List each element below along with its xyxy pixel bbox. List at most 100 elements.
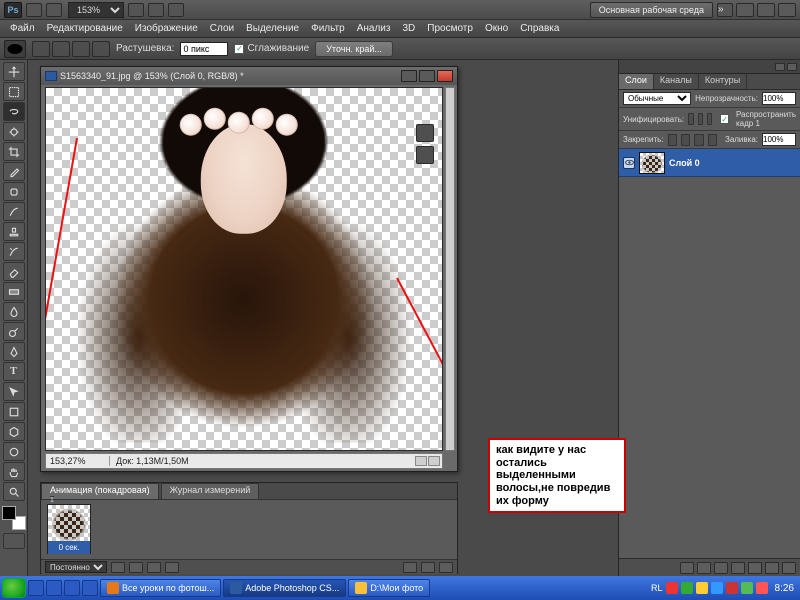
tray-icon-7[interactable] xyxy=(756,582,768,594)
taskbar-button-photoshop[interactable]: Adobe Photoshop CS... xyxy=(223,579,346,597)
gradient-tool[interactable] xyxy=(3,282,25,301)
delete-frame-icon[interactable] xyxy=(439,562,453,573)
play-icon[interactable] xyxy=(147,562,161,573)
tab-channels[interactable]: Каналы xyxy=(654,74,699,89)
unify-position-icon[interactable] xyxy=(688,113,693,125)
stamp-tool[interactable] xyxy=(3,222,25,241)
minimize-button[interactable] xyxy=(736,3,754,17)
quick-select-tool[interactable] xyxy=(3,122,25,141)
zoom-select[interactable]: 153% xyxy=(68,2,124,18)
lock-transparent-icon[interactable] xyxy=(668,134,677,146)
menu-select[interactable]: Выделение xyxy=(240,23,305,34)
first-frame-icon[interactable] xyxy=(111,562,125,573)
doc-minimize-button[interactable] xyxy=(401,70,417,82)
link-layers-icon[interactable] xyxy=(680,562,694,574)
shape-tool[interactable] xyxy=(3,402,25,421)
zoom-status[interactable]: 153,27% xyxy=(46,456,110,466)
layer-row[interactable]: Слой 0 xyxy=(619,149,800,177)
canvas[interactable] xyxy=(45,87,443,451)
quicklaunch-1[interactable] xyxy=(28,580,44,596)
brush-tool[interactable] xyxy=(3,202,25,221)
lock-all-icon[interactable] xyxy=(708,134,717,146)
tab-measurement-log[interactable]: Журнал измерений xyxy=(161,483,260,499)
hand-icon[interactable] xyxy=(128,3,144,17)
start-button[interactable] xyxy=(2,578,26,598)
hand-tool[interactable] xyxy=(3,462,25,481)
screen-mode-icon[interactable] xyxy=(168,3,184,17)
workspace-switcher[interactable]: Основная рабочая среда xyxy=(590,2,713,18)
animation-frame-1[interactable]: 1 0 сек. xyxy=(47,504,91,554)
sel-new-icon[interactable] xyxy=(32,41,50,57)
blur-tool[interactable] xyxy=(3,302,25,321)
menu-help[interactable]: Справка xyxy=(514,23,565,34)
collapsed-palette-2[interactable] xyxy=(416,146,434,164)
sel-add-icon[interactable] xyxy=(52,41,70,57)
tab-animation[interactable]: Анимация (покадровая) xyxy=(41,483,159,499)
nav-prev-icon[interactable] xyxy=(415,456,427,466)
menu-analysis[interactable]: Анализ xyxy=(351,23,397,34)
doc-close-button[interactable] xyxy=(437,70,453,82)
antialias-checkbox[interactable]: ✓ Сглаживание xyxy=(234,43,309,54)
menu-window[interactable]: Окно xyxy=(479,23,514,34)
blend-mode-select[interactable]: Обычные xyxy=(623,92,691,105)
tray-icon-4[interactable] xyxy=(711,582,723,594)
eyedropper-tool[interactable] xyxy=(3,162,25,181)
tab-layers[interactable]: Слои xyxy=(619,74,654,89)
prev-frame-icon[interactable] xyxy=(129,562,143,573)
healing-tool[interactable] xyxy=(3,182,25,201)
new-layer-icon[interactable] xyxy=(765,562,779,574)
tray-icon-1[interactable] xyxy=(666,582,678,594)
color-swatches[interactable] xyxy=(2,506,26,530)
history-brush-tool[interactable] xyxy=(3,242,25,261)
bridge-icon[interactable] xyxy=(26,3,42,17)
frame-duration[interactable]: 0 сек. xyxy=(48,541,90,554)
new-frame-icon[interactable] xyxy=(421,562,435,573)
close-button[interactable] xyxy=(778,3,796,17)
taskbar-button-folder[interactable]: D:\Мои фото xyxy=(348,579,430,597)
loop-mode-select[interactable]: Постоянно xyxy=(45,561,107,573)
clock[interactable]: 8:26 xyxy=(771,583,794,594)
doc-maximize-button[interactable] xyxy=(419,70,435,82)
sel-intersect-icon[interactable] xyxy=(92,41,110,57)
trash-icon[interactable] xyxy=(782,562,796,574)
opacity-input[interactable] xyxy=(762,92,796,105)
3d-camera-tool[interactable] xyxy=(3,442,25,461)
menu-edit[interactable]: Редактирование xyxy=(41,23,129,34)
visibility-eye-icon[interactable] xyxy=(623,157,635,169)
crop-tool[interactable] xyxy=(3,142,25,161)
path-select-tool[interactable] xyxy=(3,382,25,401)
quicklaunch-2[interactable] xyxy=(46,580,62,596)
close-panel-icon[interactable] xyxy=(787,63,797,71)
unify-visibility-icon[interactable] xyxy=(698,113,703,125)
menu-layer[interactable]: Слои xyxy=(204,23,240,34)
fx-icon[interactable] xyxy=(697,562,711,574)
lock-pixels-icon[interactable] xyxy=(681,134,690,146)
nav-next-icon[interactable] xyxy=(428,456,440,466)
lasso-tool[interactable] xyxy=(3,102,25,121)
chevrons-icon[interactable]: » xyxy=(717,3,733,17)
tray-icon-2[interactable] xyxy=(681,582,693,594)
menu-file[interactable]: Файл xyxy=(4,23,41,34)
marquee-tool[interactable] xyxy=(3,82,25,101)
view-extras-icon[interactable] xyxy=(46,3,62,17)
adjustment-icon[interactable] xyxy=(731,562,745,574)
unify-style-icon[interactable] xyxy=(707,113,712,125)
tab-paths[interactable]: Контуры xyxy=(699,74,747,89)
menu-image[interactable]: Изображение xyxy=(129,23,204,34)
tray-icon-5[interactable] xyxy=(726,582,738,594)
menu-filter[interactable]: Фильтр xyxy=(305,23,351,34)
zoom-tool[interactable] xyxy=(3,482,25,501)
group-icon[interactable] xyxy=(748,562,762,574)
tween-icon[interactable] xyxy=(403,562,417,573)
mask-icon[interactable] xyxy=(714,562,728,574)
tray-icon-3[interactable] xyxy=(696,582,708,594)
next-frame-icon[interactable] xyxy=(165,562,179,573)
quicklaunch-4[interactable] xyxy=(82,580,98,596)
dodge-tool[interactable] xyxy=(3,322,25,341)
move-tool[interactable] xyxy=(3,62,25,81)
pen-tool[interactable] xyxy=(3,342,25,361)
language-indicator[interactable]: RL xyxy=(651,583,663,593)
propagate-check-icon[interactable]: ✓ xyxy=(720,114,729,124)
menu-view[interactable]: Просмотр xyxy=(421,23,479,34)
collapse-icon[interactable] xyxy=(775,63,785,71)
